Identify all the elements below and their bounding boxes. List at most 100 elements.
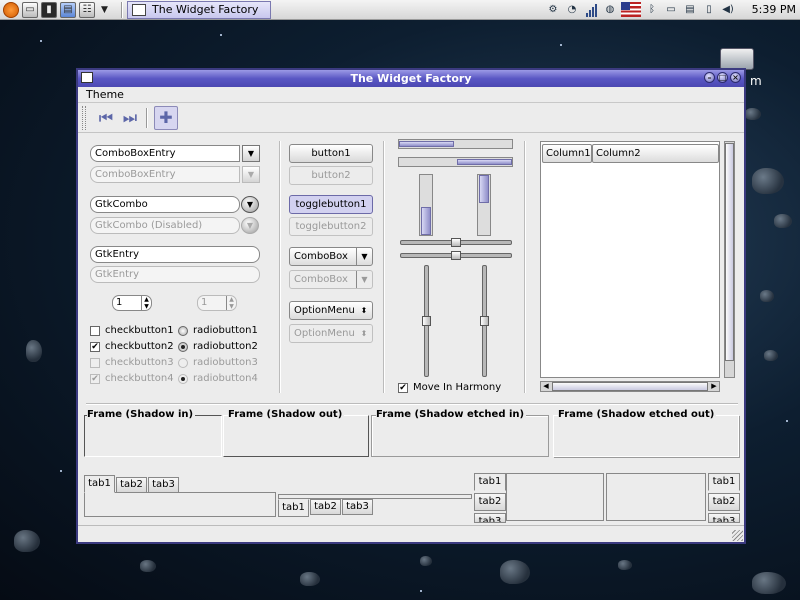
notebook-right-tab1[interactable]: tab1 [708,473,740,491]
display-icon[interactable]: ▭ [663,2,679,17]
notebook-right-tab3[interactable]: tab3 [708,513,740,523]
close-icon[interactable]: × [730,72,741,83]
network-tools-icon[interactable]: ☷ [79,1,95,18]
desktop-icon-label[interactable]: m [750,74,762,88]
option-menu[interactable]: OptionMenu ⬍ [289,301,373,320]
horizontal-scale-top[interactable] [400,238,512,247]
option-menu-disabled-label: OptionMenu [294,328,355,339]
battery-icon[interactable]: ▯ [701,2,717,17]
radiobutton3-label: radiobutton3 [193,357,258,368]
add-icon[interactable]: ✚ [154,105,178,130]
scale-slider-handle[interactable] [451,251,461,260]
combobox-disabled: ComboBox ▼ [289,270,373,289]
maximize-icon[interactable]: □ [717,72,728,83]
wireless-signal-icon[interactable] [583,2,599,17]
notebook-top-tab1[interactable]: tab1 [84,475,115,493]
gtk-entry[interactable]: GtkEntry [90,246,260,263]
checkbutton2-label: checkbutton2 [105,341,174,352]
tree-view[interactable]: Column1 Column2 ◀ ▶ [540,141,736,393]
scroll-left-icon[interactable]: ◀ [541,382,551,391]
vertical-scale-left[interactable] [422,265,431,377]
horizontal-scale-bottom[interactable] [400,251,512,260]
scrollbar-thumb[interactable] [725,143,734,361]
launcher-dropdown-icon[interactable]: ▼ [101,5,113,15]
button1[interactable]: button1 [289,144,373,163]
notebook-top-tab3[interactable]: tab3 [148,477,179,493]
panel-separator [121,1,123,18]
window-titlebar[interactable]: The Widget Factory – □ × [78,70,744,87]
notebook-top-tab2[interactable]: tab2 [116,477,147,493]
notebook-bottom-tab1[interactable]: tab1 [278,499,309,517]
frame-shadow-etched-in: Frame (Shadow etched in) [371,409,549,457]
go-first-icon[interactable]: ⏮ [94,106,118,130]
togglebutton2: togglebutton2 [289,217,373,236]
gtk-combo-disabled-entry: GtkCombo (Disabled) [90,217,240,234]
checkbutton2[interactable]: ✔ checkbutton2 [90,341,174,352]
file-manager-icon[interactable]: ▤ [60,1,76,18]
spin-button[interactable]: 1 ▲ ▼ [112,295,152,311]
notebook-left-tab3[interactable]: tab3 [474,513,506,523]
progress-fill [479,175,489,203]
minimize-icon[interactable]: – [704,72,715,83]
column1-header[interactable]: Column1 [542,144,592,163]
radiobutton1-label: radiobutton1 [193,325,258,336]
scroll-right-icon[interactable]: ▶ [709,382,719,391]
combo-box-entry-dropdown-button[interactable]: ▼ [242,145,260,162]
checkbox-disabled-icon [90,357,100,368]
radiobutton4: radiobutton4 [178,373,258,384]
notebook-left-tab1[interactable]: tab1 [474,473,506,491]
network-config-icon[interactable]: ⚙ [545,2,561,17]
spin-disabled-arrows-icon: ▲ ▼ [226,296,236,310]
notebook-right-tab2[interactable]: tab2 [708,493,740,511]
combobox[interactable]: ComboBox ▼ [289,247,373,266]
network-status-icon[interactable]: ▤ [682,2,698,17]
go-last-icon[interactable]: ⏭ [118,106,142,130]
clock[interactable]: 5:39 PM [752,3,796,16]
resize-grip[interactable] [732,530,743,541]
frame-shadow-out: Frame (Shadow out) [223,409,369,457]
checkbutton1-label: checkbutton1 [105,325,174,336]
checkbutton1[interactable]: checkbutton1 [90,325,174,336]
notebook-bottom-tab3[interactable]: tab3 [342,499,373,515]
frame-shadow-etched-in-label: Frame (Shadow etched in) [376,409,527,420]
statusbar-separator [78,525,744,526]
updates-icon[interactable]: ◔ [564,2,580,17]
togglebutton1[interactable]: togglebutton1 [289,195,373,214]
tree-view-body[interactable]: Column1 Column2 [540,141,720,378]
frame-shadow-in-label: Frame (Shadow in) [87,409,196,420]
hard-drive-desktop-icon[interactable] [720,48,754,70]
notebook-left-tab2[interactable]: tab2 [474,493,506,511]
scale-slider-handle[interactable] [422,316,431,326]
scrollbar-thumb[interactable] [552,382,708,391]
toolbar-grip[interactable] [82,105,86,130]
radiobutton2[interactable]: radiobutton2 [178,341,258,352]
move-in-harmony-checkbox[interactable]: ✔ Move In Harmony [398,382,501,393]
keyboard-layout-flag-icon[interactable] [621,2,641,17]
radiobutton1[interactable]: radiobutton1 [178,325,258,336]
taskbar-window-button[interactable]: The Widget Factory [127,0,271,19]
main-menu-icon[interactable] [3,1,19,18]
window-menu-icon[interactable] [81,72,93,83]
tree-horizontal-scrollbar[interactable]: ◀ ▶ [540,381,720,392]
gtk-combo-entry[interactable]: GtkCombo [90,196,240,213]
content-area: ComboBoxEntry ▼ ComboBoxEntry ▼ GtkCombo… [78,135,744,540]
gtk-combo-dropdown-button[interactable]: ▼ [241,196,259,213]
notebook-top-pane [84,492,276,517]
notebook-bottom-tab2[interactable]: tab2 [310,499,341,515]
scale-slider-handle[interactable] [451,238,461,247]
spin-arrows-icon[interactable]: ▲ ▼ [141,296,151,310]
network-globe-icon[interactable]: ◍ [602,2,618,17]
vertical-scale-right[interactable] [480,265,489,377]
combo-box-entry[interactable]: ComboBoxEntry [90,145,240,162]
menu-theme[interactable]: Theme [86,88,124,101]
show-desktop-icon[interactable]: ▭ [22,1,38,18]
terminal-icon[interactable]: ▮ [41,1,57,18]
bluetooth-icon[interactable]: ᛒ [644,2,660,17]
progress-fill [457,159,512,165]
radiobutton3: radiobutton3 [178,357,258,368]
tree-vertical-scrollbar[interactable] [724,141,735,378]
scale-slider-handle[interactable] [480,316,489,326]
spin-button-disabled: 1 ▲ ▼ [197,295,237,311]
column2-header[interactable]: Column2 [592,144,719,163]
volume-icon[interactable]: ◀) [720,2,736,17]
